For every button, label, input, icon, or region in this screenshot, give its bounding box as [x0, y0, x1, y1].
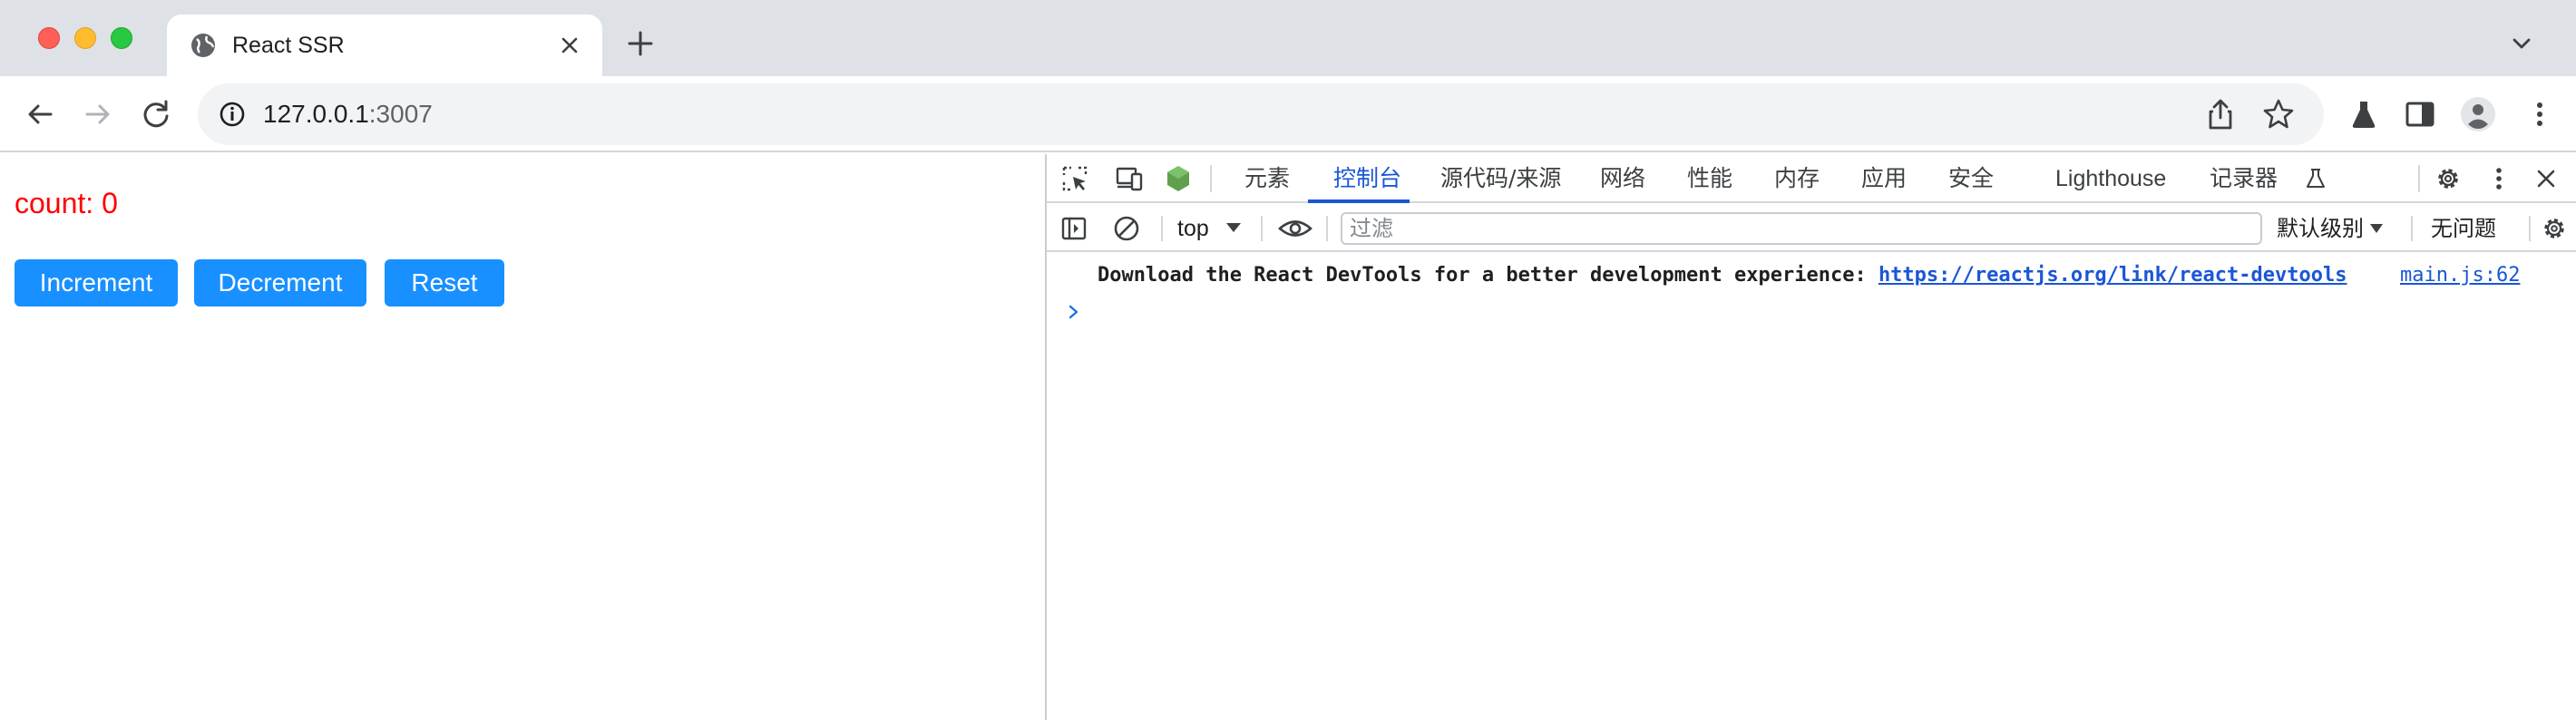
- divider: [1261, 216, 1263, 241]
- devtools-link[interactable]: https://reactjs.org/link/react-devtools: [1878, 264, 2347, 287]
- globe-icon: [191, 34, 215, 57]
- tab-elements[interactable]: 元素: [1244, 154, 1290, 203]
- url-host: 127.0.0.1: [263, 100, 369, 128]
- divider: [2411, 216, 2413, 241]
- close-icon[interactable]: [557, 33, 582, 58]
- devtools-panel: 元素 控制台 源代码/来源 网络 性能 内存 应用 安全 Lighthouse …: [1045, 154, 2576, 720]
- browser-toolbar: 127.0.0.1:3007: [0, 76, 2576, 152]
- profile-icon[interactable]: [2460, 96, 2496, 132]
- node-js-icon[interactable]: [1163, 163, 1194, 194]
- arrow-left-icon[interactable]: [22, 96, 58, 132]
- gear-icon[interactable]: [2540, 214, 2569, 243]
- url-text[interactable]: 127.0.0.1:3007: [263, 98, 433, 131]
- console-source-link[interactable]: main.js:62: [2400, 261, 2520, 290]
- tab-console[interactable]: 控制台: [1333, 154, 1401, 203]
- flask-icon: [2307, 169, 2325, 188]
- tab-performance[interactable]: 性能: [1687, 154, 1732, 203]
- window-close-button[interactable]: [38, 27, 60, 49]
- inspect-element-icon[interactable]: [1059, 163, 1090, 194]
- divider: [2529, 216, 2531, 241]
- divider: [1161, 216, 1163, 241]
- flask-icon[interactable]: [2346, 96, 2382, 132]
- devtools-tab-bar: 元素 控制台 源代码/来源 网络 性能 内存 应用 安全 Lighthouse …: [1047, 154, 2576, 203]
- arrow-right-icon[interactable]: [80, 96, 116, 132]
- divider: [2418, 165, 2420, 192]
- eye-icon[interactable]: [1277, 214, 1313, 243]
- filter-input[interactable]: 过滤: [1341, 212, 2262, 245]
- count-text: count: 0: [15, 187, 118, 219]
- share-icon[interactable]: [2202, 96, 2239, 132]
- title-bar: React SSR: [0, 0, 2576, 76]
- tab-title: React SSR: [232, 33, 345, 58]
- reload-icon[interactable]: [138, 96, 174, 132]
- browser-tab[interactable]: React SSR: [167, 15, 602, 76]
- gear-icon[interactable]: [2433, 163, 2464, 194]
- tab-security[interactable]: 安全: [1948, 154, 1994, 203]
- close-icon[interactable]: [2531, 163, 2561, 194]
- filter-placeholder: 过滤: [1350, 216, 1393, 241]
- window-zoom-button[interactable]: [111, 27, 132, 49]
- tab-sources[interactable]: 源代码/来源: [1440, 154, 1561, 203]
- issues-counter[interactable]: 无问题: [2431, 205, 2496, 252]
- chevron-down-icon[interactable]: [2507, 29, 2536, 58]
- context-selector[interactable]: top: [1177, 205, 1209, 252]
- tab-network[interactable]: 网络: [1600, 154, 1645, 203]
- increment-button[interactable]: Increment: [15, 259, 178, 306]
- active-tab-indicator: [1308, 199, 1410, 203]
- info-icon[interactable]: [216, 98, 249, 131]
- divider: [1326, 216, 1328, 241]
- tab-memory[interactable]: 内存: [1774, 154, 1820, 203]
- reset-button[interactable]: Reset: [385, 259, 504, 306]
- url-port: :3007: [368, 100, 433, 128]
- dropdown-arrow-icon[interactable]: [2369, 223, 2384, 234]
- more-vertical-icon[interactable]: [2483, 163, 2514, 194]
- dropdown-arrow-icon[interactable]: [1225, 221, 1243, 234]
- address-bar[interactable]: 127.0.0.1:3007: [198, 83, 2324, 145]
- console-prompt-icon[interactable]: [1065, 301, 1083, 323]
- tab-recorder[interactable]: 记录器: [2210, 154, 2278, 203]
- tab-application[interactable]: 应用: [1861, 154, 1907, 203]
- sidebar-toggle-icon[interactable]: [1059, 214, 1088, 243]
- clear-console-icon[interactable]: [1112, 214, 1141, 243]
- more-vertical-icon[interactable]: [2522, 96, 2558, 132]
- decrement-button[interactable]: Decrement: [194, 259, 366, 306]
- star-icon[interactable]: [2260, 96, 2297, 132]
- log-levels-dropdown[interactable]: 默认级别: [2277, 205, 2364, 252]
- device-toggle-icon[interactable]: [1114, 163, 1145, 194]
- divider: [1210, 165, 1212, 192]
- side-panel-icon[interactable]: [2402, 96, 2438, 132]
- console-message: Download the React DevTools for a better…: [1098, 261, 2347, 290]
- tab-lighthouse[interactable]: Lighthouse: [2055, 154, 2166, 203]
- console-message-text: Download the React DevTools for a better…: [1098, 264, 1878, 287]
- window-minimize-button[interactable]: [74, 27, 96, 49]
- page-viewport: count: 0 Increment Decrement Reset: [0, 154, 1045, 720]
- plus-icon[interactable]: [624, 27, 657, 60]
- console-toolbar: top 过滤 默认级别 无问题: [1047, 205, 2576, 252]
